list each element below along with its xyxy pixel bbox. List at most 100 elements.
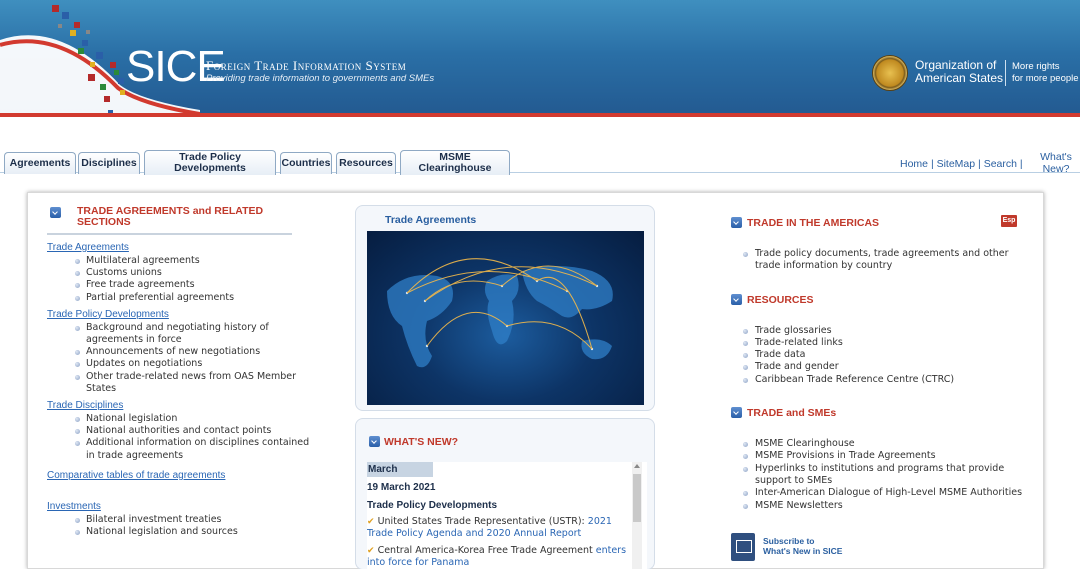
- resources-heading: RESOURCES: [731, 293, 1031, 306]
- home-link[interactable]: Home: [900, 158, 928, 170]
- oas-motto: More rights for more people: [1012, 61, 1079, 85]
- investments-list: Bilateral investment treaties National l…: [47, 514, 317, 538]
- whats-new-link[interactable]: What's New?: [1040, 151, 1072, 175]
- trade-agreements-box: Trade Agreements: [355, 205, 655, 411]
- tab-disciplines[interactable]: Disciplines: [78, 152, 140, 174]
- subscribe-line2: What's New in SICE: [763, 546, 843, 556]
- chevron-down-icon[interactable]: [731, 407, 742, 419]
- list-item[interactable]: Updates on negotiations: [75, 358, 317, 370]
- left-column: TRADE AGREEMENTS and RELATED SECTIONS Tr…: [47, 206, 317, 538]
- separator: |: [978, 158, 981, 170]
- news-date: 19 March 2021: [367, 482, 436, 493]
- site-subtitle: Providing trade information to governmen…: [206, 73, 435, 84]
- separator: |: [1019, 158, 1023, 170]
- list-item[interactable]: MSME Provisions in Trade Agreements: [743, 450, 1031, 462]
- oas-motto-line2: for more people: [1012, 73, 1079, 84]
- tab-msme-clearinghouse[interactable]: MSME Clearinghouse: [400, 150, 510, 175]
- investments-link[interactable]: Investments: [47, 501, 317, 512]
- oas-name: Organization of American States: [915, 59, 1003, 85]
- sitemap-link[interactable]: SiteMap: [937, 158, 976, 170]
- month-label: March: [367, 462, 433, 477]
- tab-trade-policy-developments[interactable]: Trade Policy Developments: [144, 150, 276, 175]
- oas-name-line2: American States: [915, 71, 1004, 85]
- list-item[interactable]: National legislation and sources: [75, 526, 317, 538]
- americas-list: Trade policy documents, trade agreements…: [731, 248, 1031, 273]
- chevron-down-icon[interactable]: [50, 207, 61, 218]
- trade-disciplines-link[interactable]: Trade Disciplines: [47, 400, 317, 411]
- separator: |: [930, 158, 934, 170]
- list-item[interactable]: Trade policy documents, trade agreements…: [743, 248, 1031, 273]
- news-category: Trade Policy Developments: [367, 500, 498, 511]
- subscribe-button[interactable]: Subscribe to What's New in SICE: [731, 533, 931, 563]
- banner-white-stripe: [0, 117, 1080, 120]
- whats-new-line2: New?: [1042, 163, 1070, 175]
- trade-agreements-box-title: Trade Agreements: [385, 214, 477, 226]
- list-item[interactable]: National legislation: [75, 413, 317, 425]
- list-item[interactable]: Trade-related links: [743, 337, 1031, 349]
- chevron-down-icon[interactable]: [369, 435, 380, 447]
- checkmark-icon: ✔: [367, 546, 375, 556]
- trade-disciplines-list: National legislation National authoritie…: [47, 413, 317, 462]
- scroll-thumb[interactable]: [633, 474, 641, 522]
- oas-seal-icon: [872, 55, 908, 91]
- trade-policy-list: Background and negotiating history of ag…: [47, 322, 317, 395]
- list-item[interactable]: MSME Clearinghouse: [743, 438, 1031, 450]
- smes-list: MSME Clearinghouse MSME Provisions in Tr…: [731, 438, 1031, 512]
- oas-divider: [1005, 60, 1006, 86]
- list-item[interactable]: National authorities and contact points: [75, 425, 317, 437]
- americas-title: TRADE IN THE AMERICAS: [747, 217, 880, 229]
- list-item[interactable]: Free trade agreements: [75, 279, 317, 291]
- oas-motto-line1: More rights: [1012, 61, 1060, 72]
- list-item[interactable]: Trade and gender: [743, 361, 1031, 373]
- news-item-text: Central America-Korea Free Trade Agreeme…: [377, 545, 596, 556]
- tab-countries[interactable]: Countries: [280, 152, 332, 174]
- whats-new-title: WHAT'S NEW?: [384, 436, 459, 448]
- list-item[interactable]: Other trade-related news from OAS Member…: [75, 371, 317, 395]
- list-item[interactable]: Multilateral agreements: [75, 255, 317, 267]
- whats-new-line1: What's: [1040, 151, 1072, 163]
- site-banner: SICE Foreign Trade Information System Pr…: [0, 0, 1080, 120]
- trade-agreements-list: Multilateral agreements Customs unions F…: [47, 255, 317, 304]
- whats-new-feed[interactable]: March 19 March 2021 Trade Policy Develop…: [367, 462, 647, 569]
- tab-resources[interactable]: Resources: [336, 152, 396, 174]
- comparative-tables-link[interactable]: Comparative tables of trade agreements: [47, 470, 317, 481]
- spanish-version-button[interactable]: Esp: [1001, 215, 1017, 227]
- newsletter-icon: [731, 533, 755, 561]
- list-item[interactable]: Trade glossaries: [743, 325, 1031, 337]
- list-item[interactable]: Additional information on disciplines co…: [75, 437, 317, 461]
- list-item[interactable]: Hyperlinks to institutions and programs …: [743, 463, 1031, 488]
- tab-agreements[interactable]: Agreements: [4, 152, 76, 174]
- main-content: TRADE AGREEMENTS and RELATED SECTIONS Tr…: [27, 192, 1044, 569]
- smes-heading: TRADE and SMEs: [731, 407, 1031, 419]
- checkmark-icon: ✔: [367, 517, 375, 527]
- tab-trade-policy-line2: Developments: [174, 162, 246, 174]
- feed-scrollbar[interactable]: [632, 462, 642, 569]
- world-trade-map-image[interactable]: [367, 231, 644, 405]
- whats-new-box: WHAT'S NEW? March 19 March 2021 Trade Po…: [355, 418, 655, 569]
- list-item[interactable]: Bilateral investment treaties: [75, 514, 317, 526]
- list-item[interactable]: Caribbean Trade Reference Centre (CTRC): [743, 374, 1031, 386]
- right-column: TRADE IN THE AMERICAS Esp Trade policy d…: [731, 215, 1031, 561]
- left-heading: TRADE AGREEMENTS and RELATED SECTIONS: [47, 206, 317, 228]
- trade-policy-link[interactable]: Trade Policy Developments: [47, 309, 317, 320]
- whats-new-heading: WHAT'S NEW?: [369, 435, 459, 448]
- chevron-down-icon[interactable]: [731, 217, 742, 228]
- trade-agreements-link[interactable]: Trade Agreements: [47, 242, 317, 253]
- list-item[interactable]: Announcements of new negotiations: [75, 346, 317, 358]
- left-heading-line2: SECTIONS: [77, 216, 131, 228]
- subscribe-text: Subscribe to What's New in SICE: [763, 536, 842, 556]
- chevron-down-icon[interactable]: [731, 293, 742, 305]
- list-item[interactable]: Trade data: [743, 349, 1031, 361]
- list-item[interactable]: Customs unions: [75, 267, 317, 279]
- list-item[interactable]: Partial preferential agreements: [75, 292, 317, 304]
- resources-list: Trade glossaries Trade-related links Tra…: [731, 325, 1031, 386]
- subscribe-line1: Subscribe to: [763, 536, 815, 546]
- list-item[interactable]: Background and negotiating history of ag…: [75, 322, 317, 346]
- search-link[interactable]: Search: [984, 158, 1017, 170]
- news-item: ✔ Central America-Korea Free Trade Agree…: [367, 545, 647, 569]
- list-item[interactable]: Inter-American Dialogue of High-Level MS…: [743, 487, 1031, 499]
- list-item[interactable]: MSME Newsletters: [743, 500, 1031, 512]
- news-item: ✔ United States Trade Representative (US…: [367, 516, 647, 540]
- site-title: Foreign Trade Information System: [206, 58, 407, 73]
- scroll-up-arrow-icon[interactable]: [634, 464, 640, 468]
